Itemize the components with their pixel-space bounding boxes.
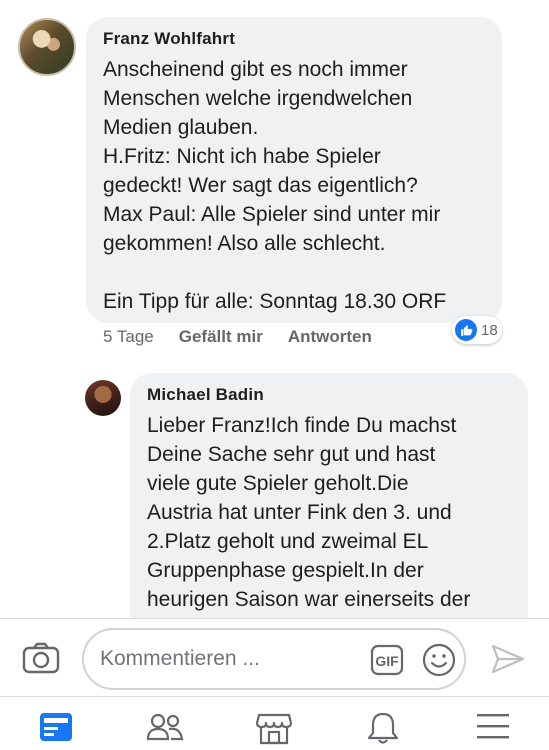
reply-line: 2.Platz geholt und zweimal EL [147, 530, 429, 553]
gif-button[interactable]: GIF [370, 644, 404, 681]
reply-line: viele gute Spieler geholt.Die [147, 472, 409, 495]
avatar[interactable] [18, 18, 76, 76]
comment-line: Max Paul: Alle Spieler sind unter mir [103, 203, 441, 226]
thumbs-up-icon [455, 319, 477, 341]
comment-bubble: Franz Wohlfahrt Anscheinend gibt es noch… [86, 17, 502, 323]
menu-icon[interactable] [475, 711, 511, 746]
comment-line: gekommen! Also alle schlecht. [103, 232, 386, 255]
reply-line: Lieber Franz!Ich finde Du machst [147, 414, 457, 437]
notifications-icon[interactable] [366, 711, 400, 750]
send-icon[interactable] [490, 643, 526, 680]
comment-text: Anscheinend gibt es noch immer Menschen … [103, 55, 486, 316]
reply-line: Gruppenphase gespielt.In der [147, 559, 424, 582]
comment-meta: 5 Tage Gefällt mir Antworten [103, 327, 397, 347]
camera-icon[interactable] [22, 642, 60, 679]
reply-author[interactable]: Michael Badin [147, 385, 512, 405]
reply-line: heurigen Saison war einerseits der [147, 588, 471, 611]
comment-line: Menschen welche irgendwelchen [103, 87, 413, 110]
reply-line: Deine Sache sehr gut und hast [147, 443, 436, 466]
friends-icon[interactable] [146, 711, 184, 748]
comment-line: Ein Tipp für alle: Sonntag 18.30 ORF [103, 290, 447, 313]
comment-composer: GIF [0, 618, 549, 696]
emoji-icon[interactable] [422, 643, 456, 682]
feed-icon[interactable] [38, 711, 74, 748]
reply-line: Austria hat unter Fink den 3. und [147, 501, 452, 524]
comment-line: Medien glauben. [103, 116, 259, 139]
comment-line: H.Fritz: Nicht ich habe Spieler [103, 145, 381, 168]
reply-button[interactable]: Antworten [288, 327, 372, 347]
comment-input-box[interactable]: GIF [82, 628, 466, 690]
reaction-summary[interactable]: 18 [452, 316, 502, 344]
avatar[interactable] [85, 380, 121, 416]
comment-line: gedeckt! Wer sagt das eigentlich? [103, 174, 418, 197]
bottom-tab-bar [0, 696, 549, 750]
comment-time[interactable]: 5 Tage [103, 327, 154, 347]
reaction-count: 18 [481, 321, 498, 339]
comment-line: Anscheinend gibt es noch immer [103, 58, 408, 81]
like-button[interactable]: Gefällt mir [179, 327, 263, 347]
reply-text: Lieber Franz!Ich finde Du machst Deine S… [147, 411, 512, 614]
marketplace-icon[interactable] [255, 711, 293, 750]
gif-label: GIF [375, 653, 399, 669]
comment-author[interactable]: Franz Wohlfahrt [103, 29, 486, 49]
comment-input[interactable] [100, 644, 350, 674]
